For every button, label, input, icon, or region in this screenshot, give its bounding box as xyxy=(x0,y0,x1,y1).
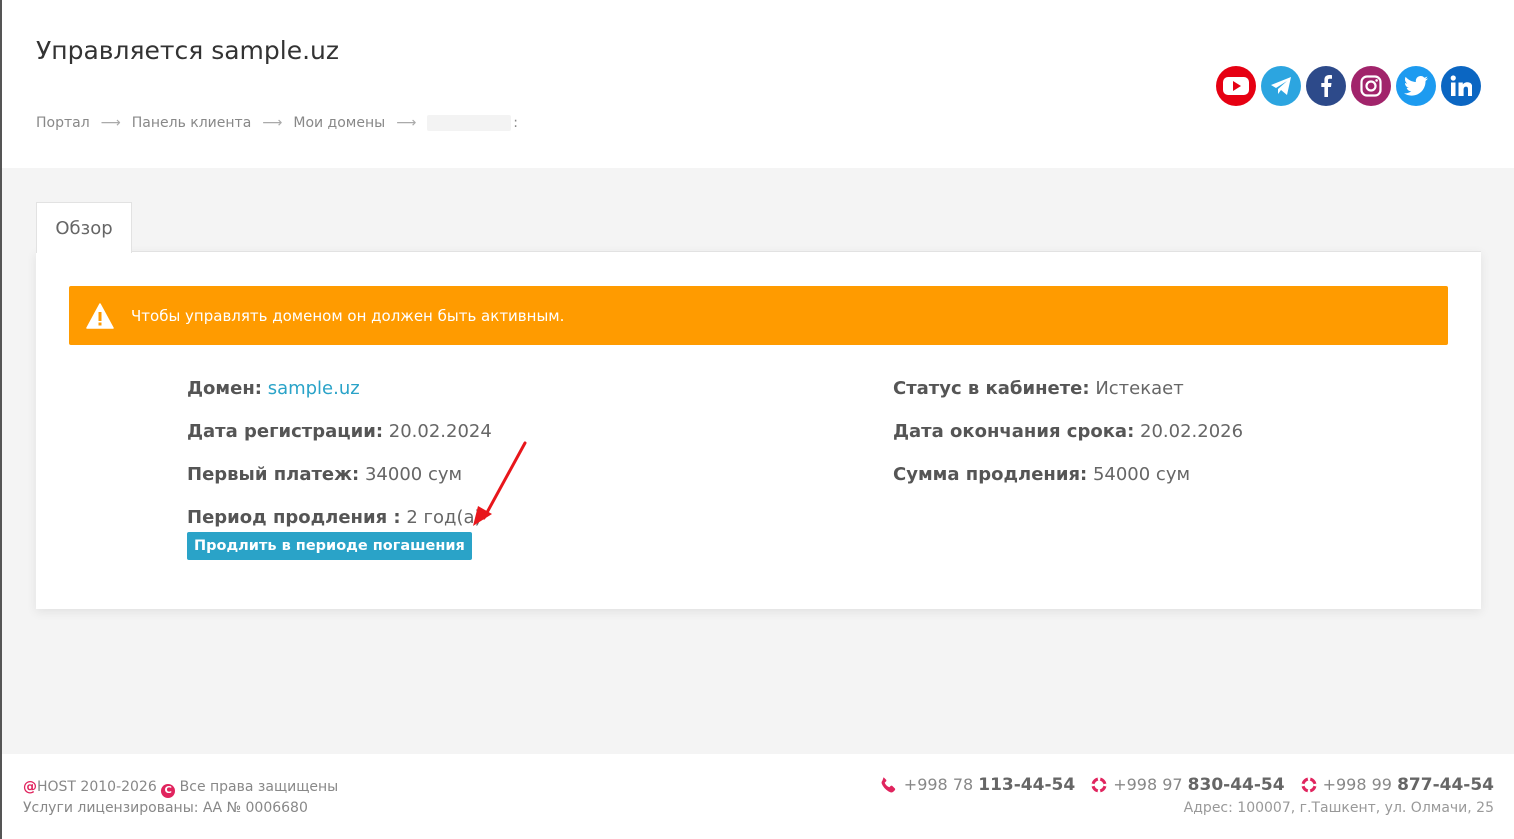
renewal-sum-label: Сумма продления: xyxy=(893,464,1088,485)
expiry-date-label: Дата окончания срока: xyxy=(893,421,1135,442)
breadcrumb-client-panel[interactable]: Панель клиента xyxy=(132,115,252,131)
first-payment-label: Первый платеж: xyxy=(187,464,360,485)
inactive-domain-alert: Чтобы управлять доменом он должен быть а… xyxy=(69,286,1448,345)
lifebuoy-icon xyxy=(1091,777,1107,793)
domain-overview-panel: Чтобы управлять доменом он должен быть а… xyxy=(36,251,1481,609)
breadcrumb: Портал ⟶ Панель клиента ⟶ Мои домены ⟶ : xyxy=(36,115,518,131)
footer-contacts: +998 78 113-44-54 +998 97 830-44-54 +998… xyxy=(880,775,1494,816)
license-text: Услуги лицензированы: АА № 0006680 xyxy=(23,800,308,816)
brand-at-symbol: @ xyxy=(23,779,37,795)
renewal-sum-value: 54000 сум xyxy=(1092,464,1191,485)
domain-details-left: Домен: sample.uz Дата регистрации: 20.02… xyxy=(187,378,492,550)
breadcrumb-tail: : xyxy=(513,115,518,131)
office-address: Адрес: 100007, г.Ташкент, ул. Олмачи, 25 xyxy=(1183,800,1494,816)
registration-date-row: Дата регистрации: 20.02.2024 xyxy=(187,421,492,464)
rights-text: Все права защищены xyxy=(179,779,339,795)
first-payment-row: Первый платеж: 34000 сум xyxy=(187,464,492,507)
lifebuoy-icon xyxy=(1301,777,1317,793)
domain-details-right: Статус в кабинете: Истекает Дата окончан… xyxy=(893,378,1243,507)
phone-3[interactable]: +998 99 877-44-54 xyxy=(1323,775,1494,795)
copyright-text: HOST 2010-2026 xyxy=(37,779,157,795)
footer-copyright: @HOST 2010-2026 C Все права защищены Усл… xyxy=(23,777,338,818)
youtube-icon[interactable] xyxy=(1216,66,1256,106)
phone-1[interactable]: +998 78 113-44-54 xyxy=(904,775,1075,795)
copyright-icon: C xyxy=(161,784,176,798)
facebook-icon[interactable] xyxy=(1306,66,1346,106)
telegram-icon[interactable] xyxy=(1261,66,1301,106)
domain-label: Домен: xyxy=(187,378,262,399)
renewal-sum-row: Сумма продления: 54000 сум xyxy=(893,464,1243,507)
linkedin-icon[interactable] xyxy=(1441,66,1481,106)
alert-text: Чтобы управлять доменом он должен быть а… xyxy=(131,306,565,325)
arrow-right-icon: ⟶ xyxy=(100,115,121,131)
phone-2[interactable]: +998 97 830-44-54 xyxy=(1113,775,1284,795)
instagram-icon[interactable] xyxy=(1351,66,1391,106)
arrow-right-icon: ⟶ xyxy=(396,115,417,131)
renew-in-grace-period-button[interactable]: Продлить в периоде погашения xyxy=(187,532,472,560)
page-title: Управляется sample.uz xyxy=(36,36,340,65)
tab-overview[interactable]: Обзор xyxy=(36,202,132,253)
domain-row: Домен: sample.uz xyxy=(187,378,492,421)
status-label: Статус в кабинете: xyxy=(893,378,1090,399)
registration-date-label: Дата регистрации: xyxy=(187,421,384,442)
page-footer: @HOST 2010-2026 C Все права защищены Усл… xyxy=(2,754,1514,839)
domain-link[interactable]: sample.uz xyxy=(268,378,360,399)
status-row: Статус в кабинете: Истекает xyxy=(893,378,1243,421)
status-value: Истекает xyxy=(1095,378,1184,399)
registration-date-value: 20.02.2024 xyxy=(388,421,492,442)
breadcrumb-current-redacted xyxy=(427,115,512,131)
phone-icon xyxy=(881,777,895,793)
first-payment-value: 34000 сум xyxy=(364,464,463,485)
twitter-icon[interactable] xyxy=(1396,66,1436,106)
phone-list: +998 78 113-44-54 +998 97 830-44-54 +998… xyxy=(880,775,1494,795)
annotation-arrow-icon xyxy=(473,441,527,526)
expiry-date-row: Дата окончания срока: 20.02.2026 xyxy=(893,421,1243,464)
breadcrumb-portal[interactable]: Портал xyxy=(36,115,90,131)
expiry-date-value: 20.02.2026 xyxy=(1140,421,1244,442)
page-header: Управляется sample.uz Портал ⟶ Панель кл… xyxy=(2,0,1514,168)
warning-icon xyxy=(86,302,114,329)
arrow-right-icon: ⟶ xyxy=(262,115,283,131)
breadcrumb-my-domains[interactable]: Мои домены xyxy=(293,115,385,131)
renewal-period-label: Период продления : xyxy=(187,507,401,528)
social-links xyxy=(1216,66,1481,106)
